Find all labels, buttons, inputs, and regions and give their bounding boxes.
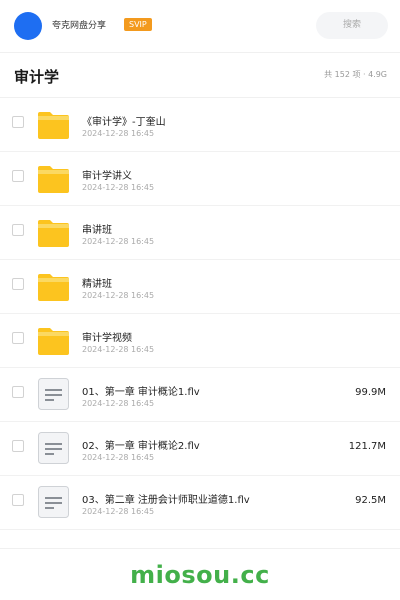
folder-icon [38,108,69,140]
list-item[interactable]: 审计学讲义 2024-12-28 16:45 [0,152,400,206]
folder-icon [38,270,69,302]
folder-icon [38,162,69,194]
item-name: 审计学讲义 [82,171,132,182]
folder-header: 审计学 共 152 项 · 4.9G [0,52,400,98]
list-item[interactable]: 审计学视频 2024-12-28 16:45 [0,314,400,368]
item-date: 2024-12-28 16:45 [82,237,155,246]
row-checkbox[interactable] [12,494,24,506]
page-title: 审计学 [14,68,60,86]
item-size: 99.9M [355,387,386,398]
row-checkbox[interactable] [12,278,24,290]
row-checkbox[interactable] [12,440,24,452]
document-icon [38,432,69,464]
row-checkbox[interactable] [12,224,24,236]
item-name: 02、第一章 审计概论2.flv [82,441,200,452]
list-item[interactable]: 《审计学》-丁奎山 2024-12-28 16:45 [0,98,400,152]
row-checkbox[interactable] [12,116,24,128]
top-bar: 夸克网盘分享 SVIP 搜索 [0,0,400,53]
username: 夸克网盘分享 [52,21,107,31]
item-name: 03、第二章 注册会计师职业道德1.flv [82,495,250,506]
folder-icon [38,216,69,248]
item-date: 2024-12-28 16:45 [82,183,155,192]
list-item[interactable]: 01、第一章 审计概论1.flv 2024-12-28 16:45 99.9M [0,368,400,422]
item-date: 2024-12-28 16:45 [82,291,155,300]
item-date: 2024-12-28 16:45 [82,399,155,408]
item-name: 串讲班 [82,225,112,236]
watermark: miosou.cc [130,561,270,589]
file-list: 《审计学》-丁奎山 2024-12-28 16:45 审计学讲义 2024-12-28… [0,98,400,530]
list-item[interactable]: 串讲班 2024-12-28 16:45 [0,206,400,260]
item-size: 92.5M [355,495,386,506]
row-checkbox[interactable] [12,386,24,398]
item-name: 01、第一章 审计概论1.flv [82,387,200,398]
item-size: 121.7M [348,441,386,452]
item-name: 审计学视频 [82,333,132,344]
svip-badge: SVIP [124,18,152,31]
list-item[interactable]: 03、第二章 注册会计师职业道德1.flv 2024-12-28 16:45 92.… [0,476,400,530]
item-name: 《审计学》-丁奎山 [82,117,166,128]
avatar[interactable] [14,12,42,40]
row-checkbox[interactable] [12,170,24,182]
item-date: 2024-12-28 16:45 [82,345,155,354]
folder-summary: 共 152 项 · 4.9G [324,70,387,79]
item-date: 2024-12-28 16:45 [82,129,155,138]
document-icon [38,378,69,410]
item-date: 2024-12-28 16:45 [82,453,155,462]
item-name: 精讲班 [82,279,112,290]
folder-icon [38,324,69,356]
item-date: 2024-12-28 16:45 [82,507,155,516]
divider [0,548,400,549]
list-item[interactable]: 02、第一章 审计概论2.flv 2024-12-28 16:45 121.7M [0,422,400,476]
list-item[interactable]: 精讲班 2024-12-28 16:45 [0,260,400,314]
search-input[interactable]: 搜索 [316,12,388,39]
row-checkbox[interactable] [12,332,24,344]
document-icon [38,486,69,518]
